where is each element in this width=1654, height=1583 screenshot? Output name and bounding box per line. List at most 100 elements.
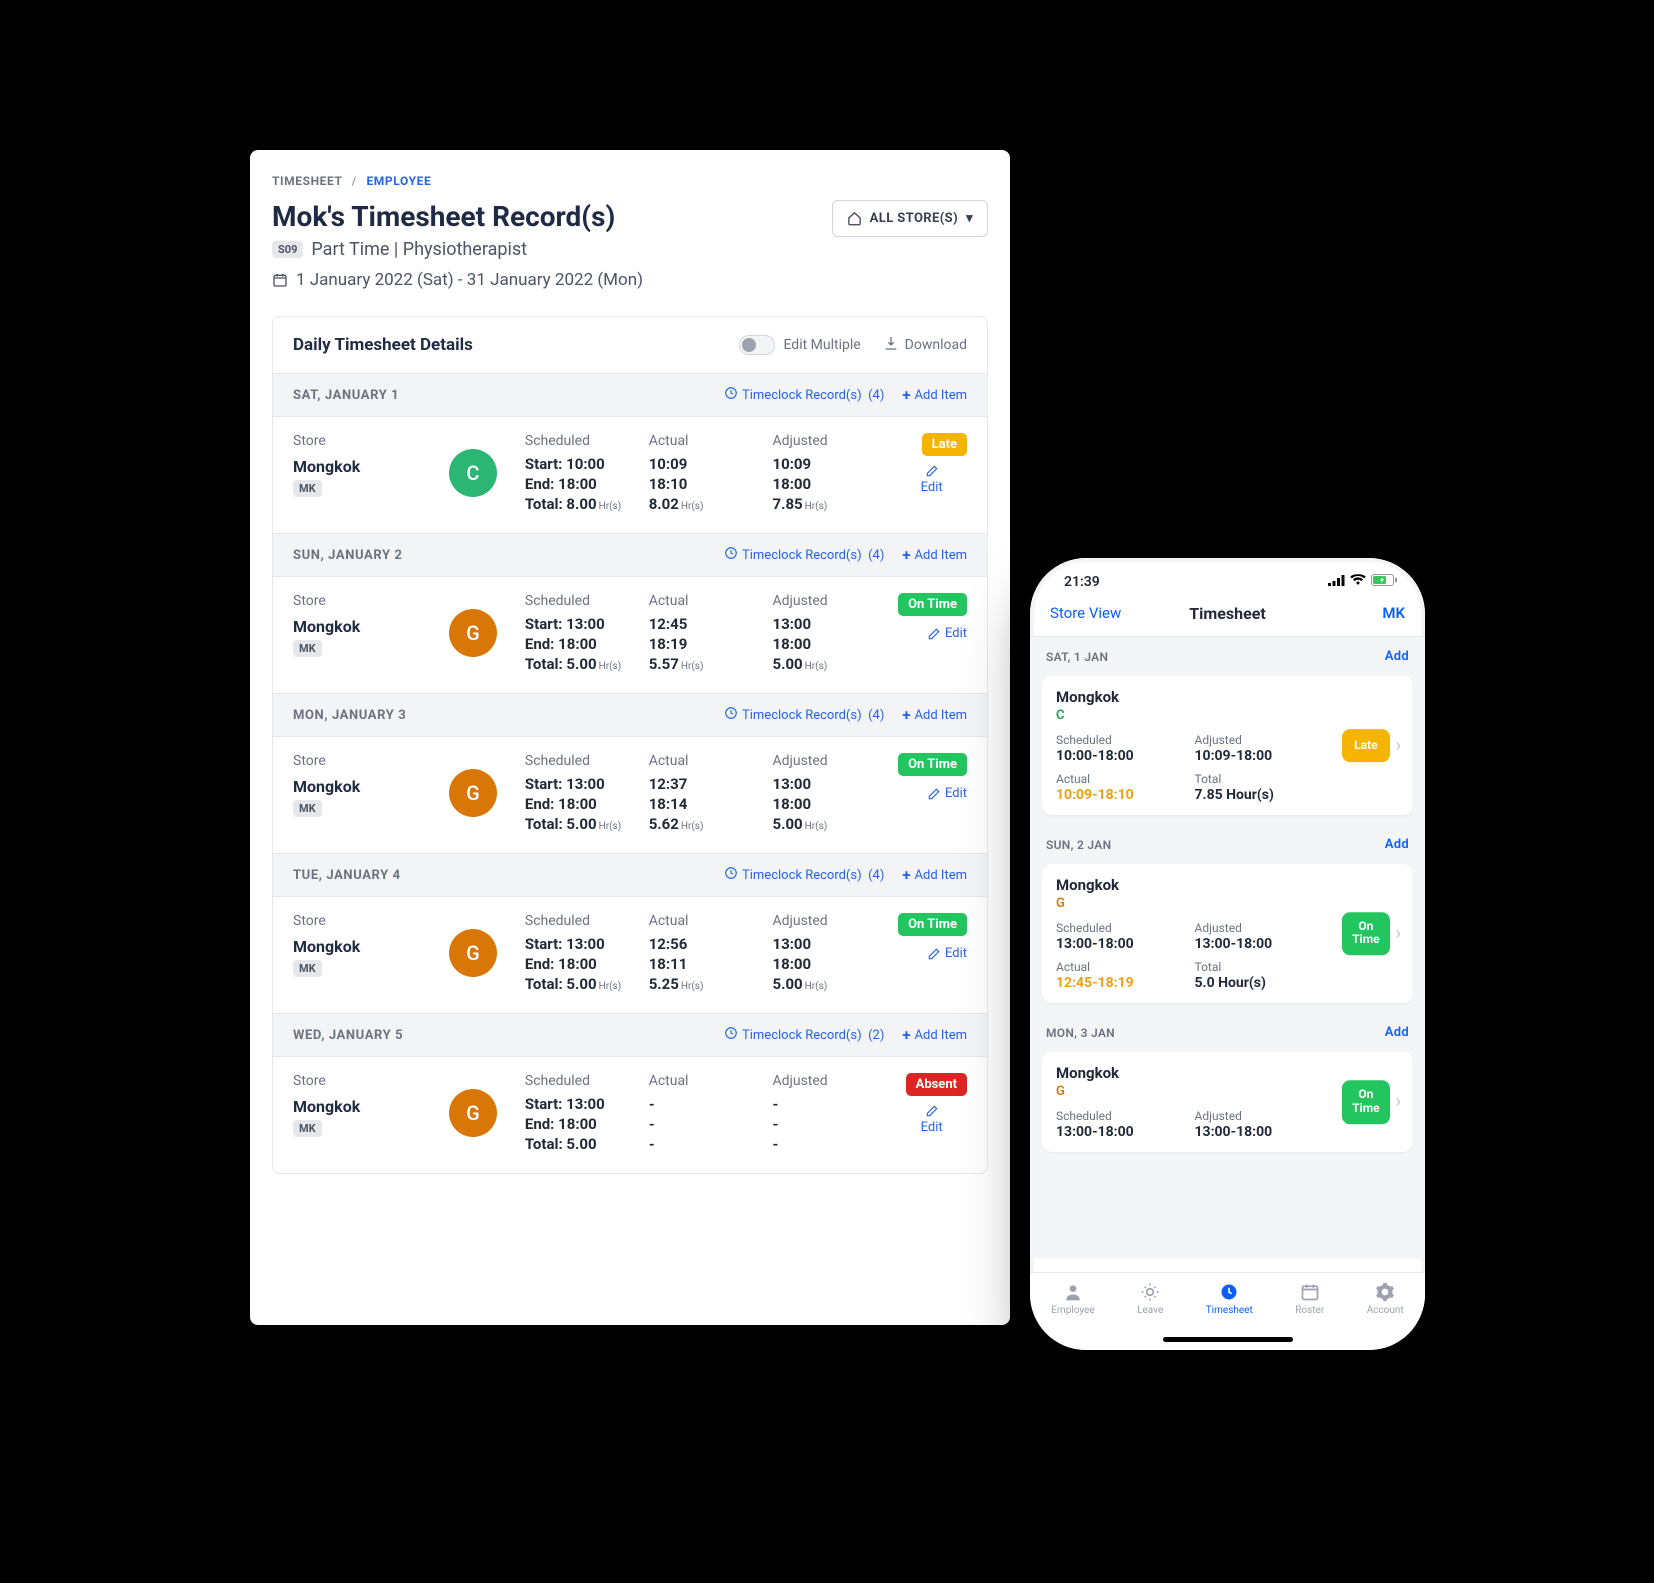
- mobile-phone-frame: 21:39 Store View Timesheet MK SAT, 1 JAN…: [1030, 558, 1425, 1350]
- avatar: C: [449, 449, 497, 497]
- m-add-link[interactable]: Add: [1385, 837, 1409, 852]
- nav-back-store-view[interactable]: Store View: [1050, 604, 1121, 622]
- page-title: Mok's Timesheet Record(s): [272, 200, 643, 233]
- m-day-header: MON, 3 JAN: [1046, 1026, 1115, 1040]
- breadcrumb: TIMESHEET / EMPLOYEE: [272, 174, 988, 188]
- wifi-icon: [1350, 574, 1366, 590]
- edit-multiple-toggle[interactable]: [739, 335, 775, 355]
- m-store-code: C: [1056, 708, 1399, 723]
- timeclock-records-link[interactable]: Timeclock Record(s) (4): [724, 706, 884, 724]
- timeclock-records-link[interactable]: Timeclock Record(s) (2): [724, 1026, 884, 1044]
- m-store-name: Mongkok: [1056, 876, 1399, 894]
- add-item-link[interactable]: +Add Item: [902, 1028, 967, 1043]
- m-status-badge: OnTime: [1342, 1080, 1390, 1124]
- desktop-panel: TIMESHEET / EMPLOYEE Mok's Timesheet Rec…: [250, 150, 1010, 1325]
- clock-icon: [724, 706, 738, 724]
- store-code-chip: MK: [293, 960, 322, 977]
- store-name: Mongkok: [293, 457, 439, 476]
- clock-icon: [724, 546, 738, 564]
- home-icon: [847, 211, 862, 226]
- day-header: WED, JANUARY 5: [293, 1028, 403, 1043]
- nav-title: Timesheet: [1189, 604, 1266, 623]
- download-icon: [883, 335, 899, 355]
- m-store-name: Mongkok: [1056, 688, 1399, 706]
- m-status-badge: Late: [1342, 729, 1389, 763]
- calendar-icon: [272, 272, 288, 288]
- chevron-right-icon: ›: [1396, 735, 1401, 756]
- store-name: Mongkok: [293, 937, 439, 956]
- clock-icon: [724, 386, 738, 404]
- m-store-code: G: [1056, 896, 1399, 911]
- edit-link[interactable]: Edit: [896, 626, 967, 641]
- breadcrumb-timesheet[interactable]: TIMESHEET: [272, 174, 342, 188]
- chevron-right-icon: ›: [1396, 923, 1401, 944]
- status-badge: On Time: [898, 593, 967, 616]
- employee-subtitle: Part Time | Physiotherapist: [311, 239, 527, 260]
- cellular-icon: [1328, 574, 1345, 590]
- m-timesheet-card[interactable]: Mongkok C Scheduled10:00-18:00 Adjusted1…: [1042, 676, 1413, 815]
- edit-link[interactable]: Edit: [896, 464, 967, 495]
- tab-employee[interactable]: Employee: [1051, 1281, 1094, 1316]
- tab-account[interactable]: Account: [1367, 1281, 1404, 1316]
- home-indicator[interactable]: [1163, 1337, 1293, 1342]
- timesheet-icon: [1206, 1281, 1253, 1303]
- card-title: Daily Timesheet Details: [293, 335, 473, 355]
- store-code-chip: MK: [293, 640, 322, 657]
- edit-link[interactable]: Edit: [896, 786, 967, 801]
- chevron-down-icon: ▾: [966, 211, 973, 226]
- breadcrumb-employee[interactable]: EMPLOYEE: [366, 174, 431, 188]
- timeclock-records-link[interactable]: Timeclock Record(s) (4): [724, 386, 884, 404]
- store-name: Mongkok: [293, 777, 439, 796]
- day-header: TUE, JANUARY 4: [293, 868, 401, 883]
- clock-icon: [724, 1026, 738, 1044]
- battery-icon: [1371, 574, 1397, 590]
- tab-timesheet[interactable]: Timesheet: [1206, 1281, 1253, 1316]
- avatar: G: [449, 609, 497, 657]
- m-day-header: SUN, 2 JAN: [1046, 838, 1111, 852]
- status-badge: Absent: [906, 1073, 967, 1096]
- timeclock-records-link[interactable]: Timeclock Record(s) (4): [724, 546, 884, 564]
- tab-roster[interactable]: Roster: [1295, 1281, 1324, 1316]
- nav-store-code[interactable]: MK: [1382, 604, 1405, 622]
- date-range: 1 January 2022 (Sat) - 31 January 2022 (…: [296, 270, 643, 290]
- add-item-link[interactable]: +Add Item: [902, 708, 967, 723]
- m-timesheet-card[interactable]: Mongkok G Scheduled13:00-18:00 Adjusted1…: [1042, 1052, 1413, 1152]
- store-code-chip: MK: [293, 1120, 322, 1137]
- status-badge: Late: [922, 433, 967, 456]
- timeclock-records-link[interactable]: Timeclock Record(s) (4): [724, 866, 884, 884]
- phone-time: 21:39: [1064, 574, 1100, 590]
- avatar: G: [449, 769, 497, 817]
- m-day-header: SAT, 1 JAN: [1046, 650, 1108, 664]
- m-add-link[interactable]: Add: [1385, 1025, 1409, 1040]
- edit-link[interactable]: Edit: [896, 1104, 967, 1135]
- add-item-link[interactable]: +Add Item: [902, 868, 967, 883]
- account-icon: [1367, 1281, 1404, 1303]
- m-add-link[interactable]: Add: [1385, 649, 1409, 664]
- edit-multiple-label: Edit Multiple: [783, 337, 860, 353]
- employee-id-badge: S09: [272, 241, 303, 258]
- daily-timesheet-card: Daily Timesheet Details Edit Multiple Do…: [272, 316, 988, 1174]
- download-button[interactable]: Download: [883, 335, 967, 355]
- clock-icon: [724, 866, 738, 884]
- chevron-right-icon: ›: [1396, 1092, 1401, 1113]
- store-code-chip: MK: [293, 480, 322, 497]
- employee-icon: [1051, 1281, 1094, 1303]
- avatar: G: [449, 1089, 497, 1137]
- status-icons: [1328, 574, 1397, 590]
- store-name: Mongkok: [293, 617, 439, 636]
- add-item-link[interactable]: +Add Item: [902, 548, 967, 563]
- day-header: SAT, JANUARY 1: [293, 388, 399, 403]
- store-name: Mongkok: [293, 1097, 439, 1116]
- status-badge: On Time: [898, 753, 967, 776]
- edit-link[interactable]: Edit: [896, 946, 967, 961]
- add-item-link[interactable]: +Add Item: [902, 388, 967, 403]
- status-badge: On Time: [898, 913, 967, 936]
- store-code-chip: MK: [293, 800, 322, 817]
- m-timesheet-card[interactable]: Mongkok G Scheduled13:00-18:00 Adjusted1…: [1042, 864, 1413, 1003]
- day-header: MON, JANUARY 3: [293, 708, 406, 723]
- store-filter-button[interactable]: ALL STORE(S) ▾: [832, 200, 988, 237]
- roster-icon: [1295, 1281, 1324, 1303]
- avatar: G: [449, 929, 497, 977]
- day-header: SUN, JANUARY 2: [293, 548, 403, 563]
- tab-leave[interactable]: Leave: [1137, 1281, 1163, 1316]
